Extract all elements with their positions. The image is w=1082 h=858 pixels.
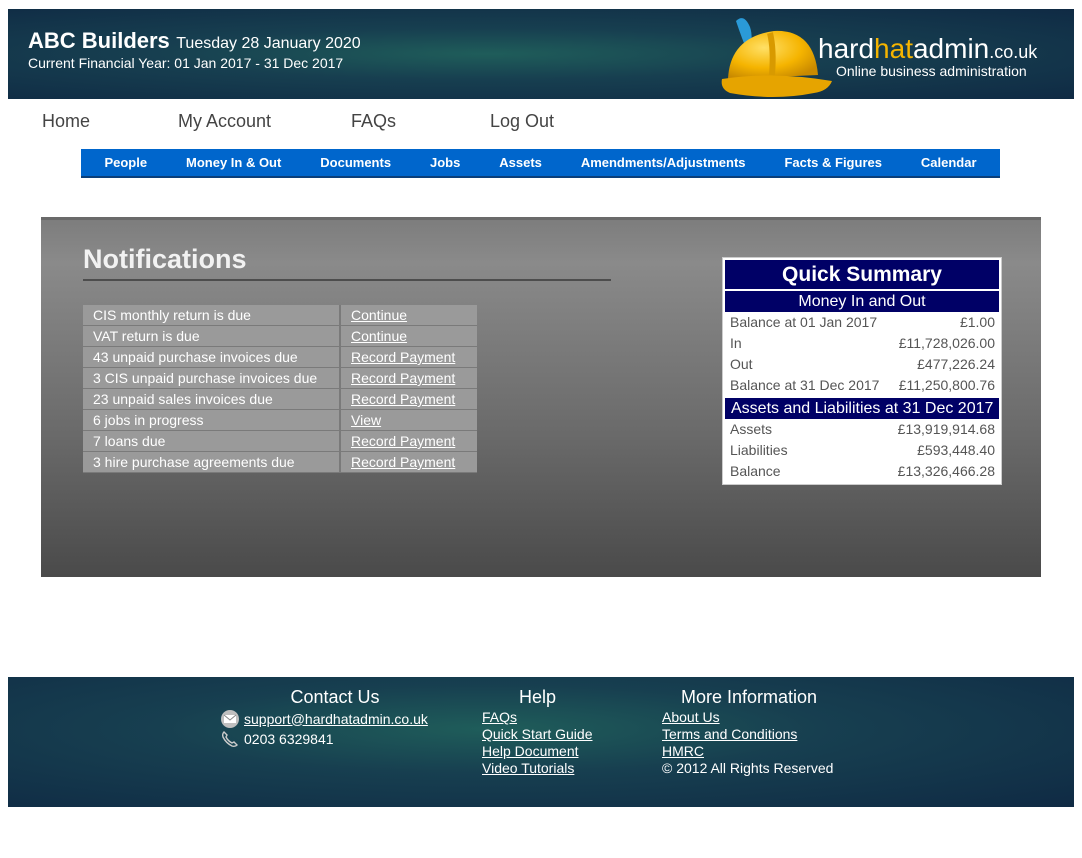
- notification-action-link[interactable]: Record Payment: [351, 391, 455, 407]
- site-header: ABC Builders Tuesday 28 January 2020 Cur…: [8, 9, 1074, 99]
- footer-faqs-link[interactable]: FAQs: [482, 709, 593, 726]
- main-menu: People Money In & Out Documents Jobs Ass…: [81, 149, 1000, 178]
- menu-jobs[interactable]: Jobs: [430, 155, 460, 170]
- notification-row: 3 hire purchase agreements due Record Pa…: [83, 452, 477, 473]
- summary-row: Liabilities £593,448.40: [725, 440, 999, 461]
- footer-help-document-link[interactable]: Help Document: [482, 743, 593, 760]
- notification-action-link[interactable]: Record Payment: [351, 433, 455, 449]
- summary-label: Liabilities: [730, 442, 788, 458]
- summary-label: In: [730, 335, 742, 351]
- logo-text-admin: admin: [912, 33, 990, 64]
- hard-hat-logo-icon: [721, 18, 832, 97]
- dashboard-panel: Notifications CIS monthly return is due …: [41, 217, 1041, 577]
- financial-year: Current Financial Year: 01 Jan 2017 - 31…: [28, 55, 344, 71]
- footer-contact: Contact Us support@hardhatadmin.co.uk 02…: [220, 687, 450, 749]
- summary-row: Assets £13,919,914.68: [725, 419, 999, 440]
- summary-row: Balance £13,326,466.28: [725, 461, 999, 482]
- notification-action-link[interactable]: View: [351, 412, 381, 428]
- notification-row: 6 jobs in progress View: [83, 410, 477, 431]
- notification-action-link[interactable]: Record Payment: [351, 454, 455, 470]
- summary-label: Balance at 01 Jan 2017: [730, 314, 878, 330]
- support-phone: 0203 6329841: [244, 730, 334, 747]
- notifications-table: CIS monthly return is due Continue VAT r…: [83, 305, 477, 473]
- nav-log-out-link[interactable]: Log Out: [490, 111, 554, 132]
- mail-icon: [221, 710, 239, 728]
- summary-label: Out: [730, 356, 753, 372]
- quick-summary-title: Quick Summary: [725, 260, 999, 289]
- nav-home-link[interactable]: Home: [42, 111, 90, 132]
- site-footer: Contact Us support@hardhatadmin.co.uk 02…: [8, 677, 1074, 807]
- footer-hmrc-link[interactable]: HMRC: [662, 743, 833, 760]
- notification-label: 3 hire purchase agreements due: [83, 452, 341, 473]
- summary-row: Out £477,226.24: [725, 354, 999, 375]
- notification-label: 23 unpaid sales invoices due: [83, 389, 341, 410]
- money-in-out-heading: Money In and Out: [725, 291, 999, 312]
- notification-label: 3 CIS unpaid purchase invoices due: [83, 368, 341, 389]
- phone-icon: [221, 731, 238, 748]
- notification-label: VAT return is due: [83, 326, 341, 347]
- footer-more-info: More Information About Us Terms and Cond…: [662, 687, 833, 777]
- notifications-title: Notifications: [83, 244, 247, 274]
- notifications-divider: [83, 279, 611, 281]
- notification-label: 43 unpaid purchase invoices due: [83, 347, 341, 368]
- summary-value: £11,728,026.00: [898, 335, 995, 351]
- menu-calendar[interactable]: Calendar: [921, 155, 977, 170]
- menu-documents[interactable]: Documents: [320, 155, 391, 170]
- nav-my-account-link[interactable]: My Account: [178, 111, 271, 132]
- nav-faqs-link[interactable]: FAQs: [351, 111, 396, 132]
- footer-terms-link[interactable]: Terms and Conditions: [662, 726, 833, 743]
- notification-label: 7 loans due: [83, 431, 341, 452]
- menu-assets[interactable]: Assets: [499, 155, 542, 170]
- footer-about-us-link[interactable]: About Us: [662, 709, 833, 726]
- more-info-title: More Information: [681, 687, 818, 707]
- summary-value: £13,919,914.68: [897, 421, 995, 437]
- summary-label: Balance at 31 Dec 2017: [730, 377, 880, 393]
- menu-people[interactable]: People: [104, 155, 147, 170]
- footer-quick-start-link[interactable]: Quick Start Guide: [482, 726, 593, 743]
- notification-row: 43 unpaid purchase invoices due Record P…: [83, 347, 477, 368]
- notification-label: CIS monthly return is due: [83, 305, 341, 326]
- footer-video-tutorials-link[interactable]: Video Tutorials: [482, 760, 593, 777]
- contact-title: Contact Us: [290, 687, 380, 707]
- logo-tagline: Online business administration: [836, 63, 1027, 79]
- notification-row: 7 loans due Record Payment: [83, 431, 477, 452]
- menu-facts-figures[interactable]: Facts & Figures: [784, 155, 882, 170]
- notification-label: 6 jobs in progress: [83, 410, 341, 431]
- quick-summary: Quick Summary Money In and Out Balance a…: [722, 257, 1002, 485]
- notification-action-link[interactable]: Continue: [351, 307, 407, 323]
- notification-action-link[interactable]: Record Payment: [351, 370, 455, 386]
- logo-text-hard: hard: [818, 33, 875, 64]
- summary-value: £1.00: [959, 314, 995, 330]
- brand-logo: hardhatadmin.co.uk Online business admin…: [818, 33, 1037, 79]
- top-nav: Home My Account FAQs Log Out: [0, 111, 1082, 135]
- help-title: Help: [519, 687, 557, 707]
- copyright-text: © 2012 All Rights Reserved: [662, 760, 834, 776]
- summary-label: Balance: [730, 463, 781, 479]
- logo-text-hat: hat: [874, 33, 913, 64]
- company-heading: ABC Builders Tuesday 28 January 2020: [28, 28, 361, 54]
- current-date: Tuesday 28 January 2020: [176, 35, 361, 52]
- summary-value: £593,448.40: [917, 442, 995, 458]
- notification-row: VAT return is due Continue: [83, 326, 477, 347]
- summary-row: Balance at 01 Jan 2017 £1.00: [725, 312, 999, 333]
- notification-row: 3 CIS unpaid purchase invoices due Recor…: [83, 368, 477, 389]
- summary-row: Balance at 31 Dec 2017 £11,250,800.76: [725, 375, 999, 396]
- summary-value: £11,250,800.76: [898, 377, 995, 393]
- notification-action-link[interactable]: Record Payment: [351, 349, 455, 365]
- notification-action-link[interactable]: Continue: [351, 328, 407, 344]
- menu-amendments-adjustments[interactable]: Amendments/Adjustments: [581, 155, 746, 170]
- notification-row: 23 unpaid sales invoices due Record Paym…: [83, 389, 477, 410]
- logo-text-tld: .co.uk: [989, 42, 1038, 62]
- assets-liabilities-heading: Assets and Liabilities at 31 Dec 2017: [725, 398, 999, 419]
- summary-value: £477,226.24: [917, 356, 995, 372]
- menu-money-in-out[interactable]: Money In & Out: [186, 155, 281, 170]
- notification-row: CIS monthly return is due Continue: [83, 305, 477, 326]
- summary-row: In £11,728,026.00: [725, 333, 999, 354]
- summary-value: £13,326,466.28: [897, 463, 995, 479]
- summary-label: Assets: [730, 421, 773, 437]
- support-email-link[interactable]: support@hardhatadmin.co.uk: [244, 711, 428, 728]
- company-name: ABC Builders: [28, 28, 170, 53]
- footer-help: Help FAQs Quick Start Guide Help Documen…: [482, 687, 593, 777]
